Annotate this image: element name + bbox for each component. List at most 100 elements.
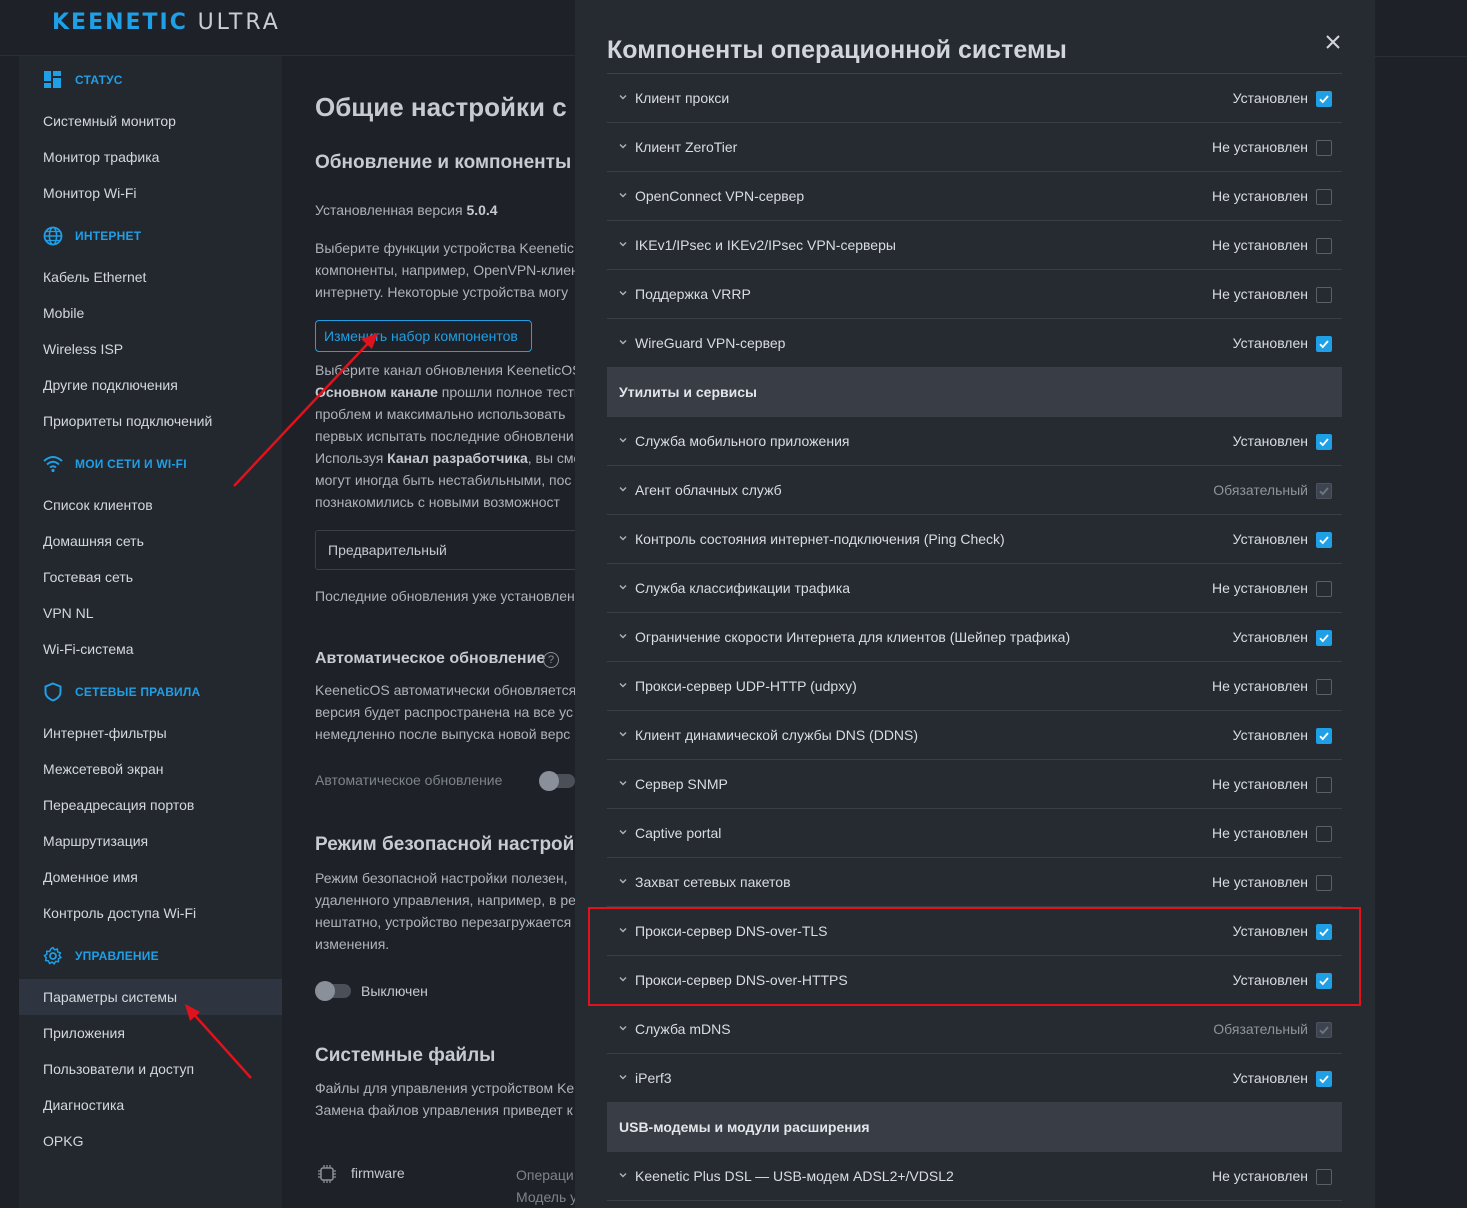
- sidebar-item-other-connections[interactable]: Другие подключения: [19, 367, 282, 403]
- sidebar-item-applications[interactable]: Приложения: [19, 1015, 282, 1051]
- sidebar-item-wifi-system[interactable]: Wi-Fi-система: [19, 631, 282, 667]
- component-row[interactable]: IKEv1/IPsec и IKEv2/IPsec VPN-серверы Не …: [607, 221, 1342, 270]
- component-row[interactable]: Захват сетевых пакетов Не установлен: [607, 858, 1342, 907]
- component-row[interactable]: Captive portal Не установлен: [607, 809, 1342, 858]
- shield-icon: [44, 682, 62, 702]
- component-row[interactable]: WireGuard VPN-сервер Установлен: [607, 319, 1342, 368]
- sidebar-item-system-settings[interactable]: Параметры системы: [19, 979, 282, 1015]
- sidebar-item-ethernet[interactable]: Кабель Ethernet: [19, 259, 282, 295]
- chevron-down-icon[interactable]: [618, 239, 628, 249]
- sidebar-section-status[interactable]: Статус: [19, 62, 282, 98]
- sidebar-item-home-network[interactable]: Домашняя сеть: [19, 523, 282, 559]
- component-checkbox[interactable]: [1316, 581, 1332, 597]
- chevron-down-icon[interactable]: [618, 92, 628, 102]
- component-checkbox[interactable]: [1316, 777, 1332, 793]
- chevron-down-icon[interactable]: [618, 484, 628, 494]
- component-row[interactable]: Прокси-сервер UDP-HTTP (udpxy) Не установ…: [607, 662, 1342, 711]
- component-name: Keenetic Plus DSL — USB-модем ADSL2+/VDS…: [635, 1168, 954, 1184]
- component-checkbox[interactable]: [1316, 728, 1332, 744]
- component-checkbox[interactable]: [1316, 434, 1332, 450]
- channel-text-line: Используя Канал разработчика, вы смо: [315, 450, 575, 466]
- close-icon[interactable]: [1323, 32, 1343, 52]
- component-checkbox[interactable]: [1316, 287, 1332, 303]
- component-row[interactable]: Служба mDNS Обязательный: [607, 1005, 1342, 1054]
- sidebar-item-opkg[interactable]: OPKG: [19, 1123, 282, 1159]
- chevron-down-icon[interactable]: [618, 141, 628, 151]
- component-row[interactable]: Поддержка VRRP Не установлен: [607, 270, 1342, 319]
- chevron-down-icon[interactable]: [618, 435, 628, 445]
- component-row[interactable]: iPerf3 Установлен: [607, 1054, 1342, 1103]
- chevron-down-icon[interactable]: [618, 1072, 628, 1082]
- safe-mode-text-line: удаленного управления, например, в ре: [315, 892, 575, 908]
- component-checkbox[interactable]: [1316, 189, 1332, 205]
- component-row[interactable]: Клиент ZeroTier Не установлен: [607, 123, 1342, 172]
- sidebar-item-wifi-access-control[interactable]: Контроль доступа Wi-Fi: [19, 895, 282, 931]
- change-components-button[interactable]: Изменить набор компонентов: [315, 320, 532, 352]
- component-checkbox[interactable]: [1316, 91, 1332, 107]
- component-checkbox[interactable]: [1316, 875, 1332, 891]
- sidebar-item-vpn-nl[interactable]: VPN NL: [19, 595, 282, 631]
- component-checkbox[interactable]: [1316, 826, 1332, 842]
- sidebar-item-users-access[interactable]: Пользователи и доступ: [19, 1051, 282, 1087]
- chevron-down-icon[interactable]: [618, 778, 628, 788]
- sidebar-item-diagnostics[interactable]: Диагностика: [19, 1087, 282, 1123]
- sidebar-section-management[interactable]: Управление: [19, 938, 282, 974]
- firmware-file-name[interactable]: firmware: [351, 1162, 405, 1184]
- chevron-down-icon[interactable]: [618, 1023, 628, 1033]
- sidebar-item-mobile[interactable]: Mobile: [19, 295, 282, 331]
- component-row[interactable]: Клиент динамической службы DNS (DDNS) Уст…: [607, 711, 1342, 760]
- chevron-down-icon[interactable]: [618, 876, 628, 886]
- component-checkbox[interactable]: [1316, 679, 1332, 695]
- sidebar-section-my-networks[interactable]: Мои сети и Wi-Fi: [19, 446, 282, 482]
- chevron-down-icon[interactable]: [618, 288, 628, 298]
- globe-icon: [43, 226, 63, 246]
- chevron-down-icon[interactable]: [618, 729, 628, 739]
- sidebar-item-wifi-monitor[interactable]: Монитор Wi-Fi: [19, 175, 282, 211]
- chevron-down-icon[interactable]: [618, 582, 628, 592]
- sidebar-section-network-rules[interactable]: Сетевые правила: [19, 674, 282, 710]
- component-row[interactable]: Сервер SNMP Не установлен: [607, 760, 1342, 809]
- component-checkbox[interactable]: [1316, 238, 1332, 254]
- sidebar-item-traffic-monitor[interactable]: Монитор трафика: [19, 139, 282, 175]
- component-checkbox[interactable]: [1316, 336, 1332, 352]
- component-row[interactable]: Keenetic Plus DSL — USB-модем ADSL2+/VDS…: [607, 1152, 1342, 1201]
- component-checkbox[interactable]: [1316, 630, 1332, 646]
- component-row[interactable]: Служба классификации трафика Не установле…: [607, 564, 1342, 613]
- component-row[interactable]: Клиент прокси Установлен: [607, 74, 1342, 123]
- chevron-down-icon[interactable]: [618, 190, 628, 200]
- help-icon[interactable]: ?: [543, 652, 559, 668]
- sidebar-item-guest-network[interactable]: Гостевая сеть: [19, 559, 282, 595]
- sidebar-item-wireless-isp[interactable]: Wireless ISP: [19, 331, 282, 367]
- auto-update-toggle[interactable]: [539, 771, 575, 791]
- chevron-down-icon[interactable]: [618, 1170, 628, 1180]
- component-row[interactable]: Ограничение скорости Интернета для клиен…: [607, 613, 1342, 662]
- keenetic-logo[interactable]: KEENETIC ULTRA: [52, 10, 281, 35]
- chevron-down-icon[interactable]: [618, 827, 628, 837]
- update-channel-select[interactable]: Предварительный: [315, 530, 575, 570]
- component-checkbox[interactable]: [1316, 1169, 1332, 1185]
- auto-update-text-line: версия будет распространена на все ус: [315, 704, 574, 720]
- component-row[interactable]: OpenConnect VPN-сервер Не установлен: [607, 172, 1342, 221]
- sidebar-item-connection-priorities[interactable]: Приоритеты подключений: [19, 403, 282, 439]
- component-row[interactable]: Служба мобильного приложения Установлен: [607, 417, 1342, 466]
- component-name: OpenConnect VPN-сервер: [635, 188, 805, 204]
- component-checkbox[interactable]: [1316, 1071, 1332, 1087]
- chevron-down-icon[interactable]: [618, 631, 628, 641]
- component-row[interactable]: Агент облачных служб Обязательный: [607, 466, 1342, 515]
- sidebar-item-internet-filters[interactable]: Интернет-фильтры: [19, 715, 282, 751]
- sidebar-item-domain-name[interactable]: Доменное имя: [19, 859, 282, 895]
- component-row[interactable]: Контроль состояния интернет-подключения …: [607, 515, 1342, 564]
- component-checkbox[interactable]: [1316, 140, 1332, 156]
- sidebar-item-client-list[interactable]: Список клиентов: [19, 487, 282, 523]
- chevron-down-icon[interactable]: [618, 533, 628, 543]
- chevron-down-icon[interactable]: [618, 337, 628, 347]
- update-components-heading: Обновление и компоненты: [315, 152, 572, 173]
- sidebar-item-system-monitor[interactable]: Системный монитор: [19, 103, 282, 139]
- sidebar-item-port-forwarding[interactable]: Переадресация портов: [19, 787, 282, 823]
- sidebar-item-routing[interactable]: Маршрутизация: [19, 823, 282, 859]
- safe-mode-toggle[interactable]: [315, 981, 351, 1001]
- component-checkbox[interactable]: [1316, 532, 1332, 548]
- chevron-down-icon[interactable]: [618, 680, 628, 690]
- sidebar-section-internet[interactable]: Интернет: [19, 218, 282, 254]
- sidebar-item-firewall[interactable]: Межсетевой экран: [19, 751, 282, 787]
